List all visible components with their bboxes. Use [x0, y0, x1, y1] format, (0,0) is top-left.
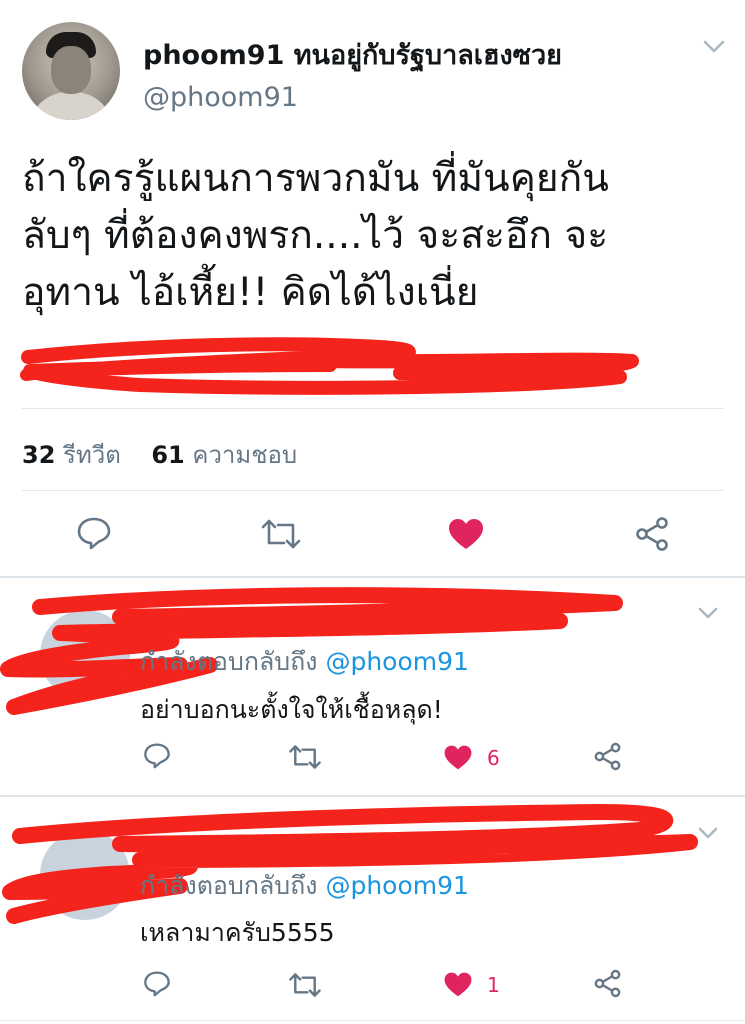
reply-avatar[interactable]: [40, 610, 130, 700]
reply-avatar[interactable]: [40, 830, 130, 920]
reply-icon[interactable]: [143, 970, 171, 997]
like-count: 6: [487, 746, 500, 770]
replying-handle-link[interactable]: @phoom91: [325, 871, 468, 900]
divider: [22, 408, 724, 409]
heart-icon[interactable]: [443, 744, 473, 771]
tweet-text-line: ลับๆ ที่ต้องคงพรก....ไว้ จะสะอึก จะ: [22, 213, 609, 258]
display-name[interactable]: phoom91 ทนอยู่กับรัฐบาลเฮงซวย: [143, 33, 562, 76]
divider: [0, 1020, 745, 1021]
chevron-down-icon[interactable]: [698, 607, 718, 619]
tweet-text: ถ้าใครรู้แผนการพวกมัน ที่มันคุยกัน ลับๆ …: [22, 150, 722, 321]
replying-label: กำลังตอบกลับถึง: [140, 647, 318, 676]
user-handle[interactable]: @phoom91: [143, 82, 298, 113]
like-count[interactable]: 61: [151, 441, 184, 469]
replying-to: กำลังตอบกลับถึง @phoom91: [140, 642, 469, 682]
reply-text: อย่าบอกนะตั้งใจให้เชื้อหลุด!: [140, 695, 443, 724]
replying-handle-link[interactable]: @phoom91: [325, 647, 468, 676]
tweet-text-line: ถ้าใครรู้แผนการพวกมัน ที่มันคุยกัน: [22, 156, 609, 201]
divider: [22, 490, 724, 491]
tweet-stats: 32 รีทวีต 61 ความชอบ: [22, 435, 297, 474]
share-icon[interactable]: [634, 516, 670, 552]
divider: [0, 576, 745, 578]
retweet-label[interactable]: รีทวีต: [63, 441, 121, 469]
avatar[interactable]: [22, 22, 120, 120]
tweet-text-line: อุทาน ไอ้เหี้ย!! คิดได้ไงเนี่ย: [22, 270, 479, 315]
reply-text: เหลามาครับ5555: [140, 918, 335, 947]
like-count: 1: [487, 973, 500, 997]
heart-icon[interactable]: [447, 517, 485, 551]
share-icon[interactable]: [593, 969, 622, 998]
retweet-icon[interactable]: [288, 744, 322, 770]
retweet-icon[interactable]: [260, 518, 302, 550]
replying-to: กำลังตอบกลับถึง @phoom91: [140, 866, 469, 906]
heart-icon[interactable]: [443, 971, 473, 998]
retweet-icon[interactable]: [288, 972, 322, 998]
share-icon[interactable]: [593, 742, 622, 771]
divider: [0, 795, 745, 797]
like-label[interactable]: ความชอบ: [192, 441, 297, 469]
replying-label: กำลังตอบกลับถึง: [140, 871, 318, 900]
reply-icon[interactable]: [143, 742, 171, 769]
chevron-down-icon[interactable]: [698, 827, 718, 839]
redaction-scribble: [20, 337, 639, 395]
retweet-count[interactable]: 32: [22, 441, 55, 469]
reply-icon[interactable]: [76, 516, 112, 550]
chevron-down-icon[interactable]: [703, 40, 725, 54]
